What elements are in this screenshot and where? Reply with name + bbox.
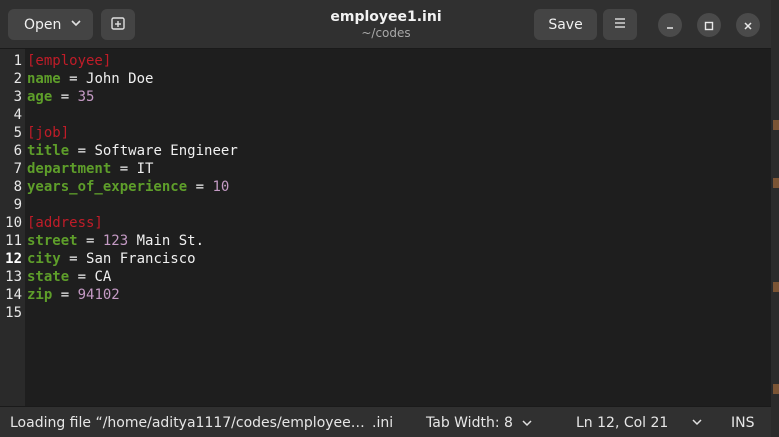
background-fragment [773, 178, 779, 188]
ini-section-header: [job] [27, 125, 70, 141]
desktop-background-strip [771, 0, 779, 437]
line-number: 1 [13, 53, 22, 69]
ini-value: IT [136, 161, 154, 177]
maximize-button[interactable] [697, 13, 721, 37]
code-line: name = John Doe [27, 70, 771, 88]
code-line: zip = 94102 [27, 286, 771, 304]
language-selector[interactable]: .ini [372, 415, 393, 431]
chevron-down-icon[interactable] [691, 416, 703, 432]
ini-equals: = [52, 89, 78, 105]
ini-key: age [27, 89, 53, 105]
line-number: 6 [13, 143, 22, 159]
code-editor[interactable]: [employee] name = John Doe age = 35 [job] t… [27, 49, 771, 406]
line-number: 12 [5, 251, 22, 267]
status-bar: Loading file “/home/aditya1117/codes/emp… [0, 406, 771, 437]
tab-width-selector[interactable]: Tab Width: 8 [426, 415, 533, 431]
code-line: age = 35 [27, 88, 771, 106]
ini-equals: = [69, 269, 95, 285]
ini-value: John Doe [86, 71, 154, 87]
open-button-label: Open [24, 16, 62, 33]
code-line: years_of_experience = 10 [27, 178, 771, 196]
new-tab-button[interactable] [101, 9, 135, 40]
ini-value: Main St. [128, 233, 205, 249]
background-fragment [773, 282, 779, 292]
line-number: 5 [13, 125, 22, 141]
ini-value-number: 123 [102, 233, 129, 249]
ini-section-header: [address] [27, 215, 103, 231]
chevron-down-icon [69, 16, 83, 34]
ini-equals: = [111, 161, 137, 177]
line-number: 9 [13, 197, 22, 213]
window-title: employee1.ini [330, 9, 442, 25]
save-button[interactable]: Save [534, 9, 597, 40]
background-fragment [773, 384, 779, 394]
line-number: 15 [5, 305, 22, 321]
background-fragment [773, 120, 779, 130]
ini-value: CA [94, 269, 112, 285]
code-line: [address] [27, 214, 771, 232]
code-line: street = 123 Main St. [27, 232, 771, 250]
line-number: 8 [13, 179, 22, 195]
line-number: 14 [5, 287, 22, 303]
line-number: 11 [5, 233, 22, 249]
header-bar: Open employee1.ini ~/codes Save [0, 0, 771, 49]
code-line: state = CA [27, 268, 771, 286]
ini-equals: = [187, 179, 213, 195]
window-title-block: employee1.ini ~/codes [300, 8, 472, 41]
ini-key: department [27, 161, 112, 177]
line-number: 7 [13, 161, 22, 177]
ini-key: years_of_experience [27, 179, 188, 195]
ini-key: city [27, 251, 61, 267]
ini-equals: = [60, 71, 87, 87]
line-number: 2 [13, 71, 22, 87]
code-line: department = IT [27, 160, 771, 178]
ini-section-header: [employee] [27, 53, 112, 69]
ini-value: San Francisco [86, 251, 196, 267]
ini-value-number: 35 [77, 89, 95, 105]
code-line: [job] [27, 124, 771, 142]
ini-value: Software Engineer [94, 143, 238, 159]
window-subtitle: ~/codes [361, 26, 411, 40]
cursor-position-selector[interactable]: Ln 12, Col 21 [576, 415, 668, 431]
main-menu-button[interactable] [603, 9, 637, 40]
save-button-label: Save [548, 16, 583, 33]
tab-width-label: Tab Width: 8 [426, 415, 513, 431]
ini-equals: = [60, 251, 87, 267]
code-line: [employee] [27, 52, 771, 70]
line-number: 4 [13, 107, 22, 123]
ini-equals: = [52, 287, 78, 303]
ini-equals: = [77, 233, 103, 249]
ini-value-number: 94102 [77, 287, 120, 303]
line-number-gutter: 1 2 3 4 5 6 7 8 9 10 11 12 13 14 15 [0, 49, 25, 406]
minimize-button[interactable] [658, 13, 682, 37]
ini-key: name [27, 71, 61, 87]
ini-value-number: 10 [212, 179, 230, 195]
line-number: 10 [5, 215, 22, 231]
open-button[interactable]: Open [8, 9, 93, 40]
ini-key: zip [27, 287, 53, 303]
ini-equals: = [69, 143, 95, 159]
insert-mode-indicator[interactable]: INS [731, 415, 755, 431]
close-button[interactable] [736, 13, 760, 37]
line-number: 3 [13, 89, 22, 105]
new-tab-icon [110, 15, 126, 35]
code-line: city = San Francisco [27, 250, 771, 268]
ini-key: street [27, 233, 78, 249]
chevron-down-icon [522, 420, 532, 427]
text-editor-window: Open employee1.ini ~/codes Save 1 2 3 4 … [0, 0, 771, 437]
code-line: title = Software Engineer [27, 142, 771, 160]
cursor-position: Ln 12, Col 21 [576, 415, 669, 431]
close-icon [743, 16, 753, 35]
ini-key: state [27, 269, 70, 285]
line-number: 13 [5, 269, 22, 285]
loading-status: Loading file “/home/aditya1117/codes/emp… [10, 415, 365, 431]
ini-key: title [27, 143, 70, 159]
hamburger-menu-icon [613, 17, 627, 33]
maximize-icon [704, 16, 714, 35]
minimize-icon [665, 16, 675, 35]
